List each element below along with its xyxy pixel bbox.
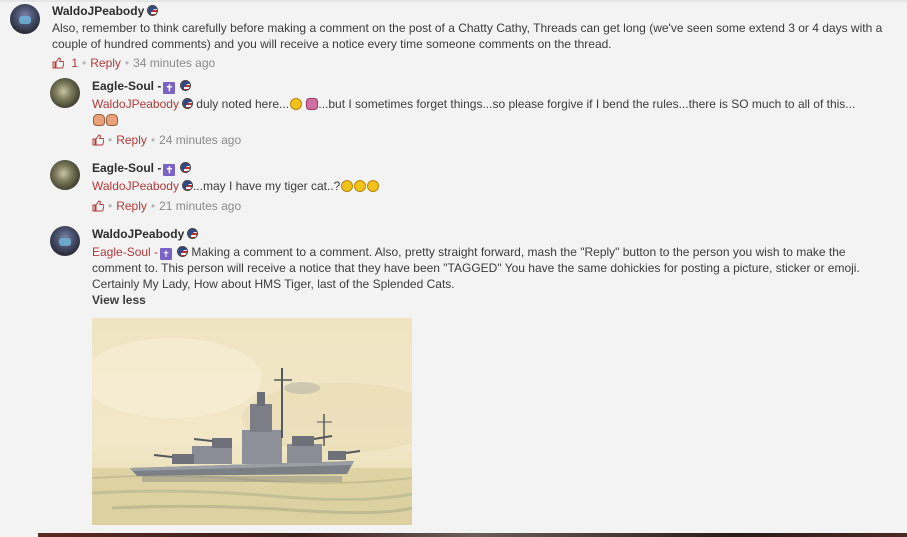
comment-author[interactable]: WaldoJPeabody [52, 4, 159, 18]
mention-link[interactable]: Eagle-Soul - [92, 245, 158, 259]
thumbs-up-icon[interactable] [52, 57, 64, 69]
separator-dot: • [82, 56, 87, 70]
author-name[interactable]: WaldoJPeabody [92, 227, 184, 241]
avatar[interactable] [50, 226, 80, 256]
separator-dot: • [150, 199, 156, 213]
top-divider [0, 0, 907, 2]
comment-text: WaldoJPeabody ...may I have my tiger cat.… [92, 178, 892, 194]
thumbs-up-icon[interactable] [92, 200, 104, 212]
smile-emoji-icon [341, 180, 354, 192]
comment-text-part: Certainly My Lady, How about HMS Tiger, … [92, 277, 455, 291]
person-emoji-icon [106, 114, 118, 126]
separator-dot: • [150, 133, 156, 147]
author-name[interactable]: Eagle-Soul - [92, 161, 161, 175]
reply-button[interactable]: Reply [116, 199, 147, 213]
comment-author[interactable]: WaldoJPeabody [92, 227, 199, 241]
comment-text: WaldoJPeabody duly noted here... ...but … [92, 96, 892, 128]
person-emoji-icon [306, 98, 319, 110]
cross-icon: ✝ [163, 164, 176, 176]
us-flag-icon [177, 246, 189, 257]
us-flag-icon [181, 180, 193, 191]
mention-link[interactable]: WaldoJPeabody [92, 179, 179, 193]
avatar[interactable] [50, 160, 80, 190]
comment-actions: • Reply • 21 minutes ago [92, 199, 241, 213]
bottom-edge [38, 533, 907, 537]
comment-text-part: ...may I have my tiger cat..? [192, 179, 341, 193]
comment-text: Also, remember to think carefully before… [52, 21, 883, 51]
separator-dot: • [108, 199, 113, 213]
comment-actions: 1 • Reply • 34 minutes ago [52, 56, 215, 70]
avatar[interactable] [10, 4, 40, 34]
separator-dot: • [108, 133, 113, 147]
reply-button[interactable]: Reply [116, 133, 147, 147]
separator-dot: • [124, 56, 130, 70]
smile-emoji-icon [354, 180, 367, 192]
author-name[interactable]: Eagle-Soul - [92, 79, 161, 93]
like-count: 1 [71, 56, 79, 70]
smile-emoji-icon [367, 180, 380, 192]
attached-image[interactable] [92, 318, 412, 525]
author-name[interactable]: WaldoJPeabody [52, 4, 144, 18]
comment-timestamp: 34 minutes ago [133, 56, 216, 70]
comment-author[interactable]: Eagle-Soul - ✝ [92, 161, 192, 176]
person-emoji-icon [93, 114, 105, 126]
us-flag-icon [180, 80, 192, 91]
reply-button[interactable]: Reply [90, 56, 121, 70]
comment-author[interactable]: Eagle-Soul - ✝ [92, 79, 192, 94]
comment-timestamp: 24 minutes ago [159, 133, 242, 147]
us-flag-icon [181, 98, 193, 109]
comment-text: Eagle-Soul - ✝ Making a comment to a comm… [92, 244, 882, 292]
view-less-link[interactable]: View less [92, 293, 146, 307]
comment-actions: • Reply • 24 minutes ago [92, 133, 241, 147]
comment-timestamp: 21 minutes ago [159, 199, 242, 213]
comment-text-part: ...but I sometimes forget things...so pl… [318, 97, 856, 111]
cross-icon: ✝ [160, 248, 173, 260]
mention-link[interactable]: WaldoJPeabody [92, 97, 179, 111]
comment-text-part: duly noted here... [196, 97, 290, 111]
avatar[interactable] [50, 78, 80, 108]
cross-icon: ✝ [163, 82, 176, 94]
us-flag-icon [147, 5, 159, 16]
thumbs-up-icon[interactable] [92, 134, 104, 146]
comment-text-part: Making a comment to a comment. Also, pre… [92, 245, 860, 275]
smile-emoji-icon [290, 98, 303, 110]
us-flag-icon [187, 228, 199, 239]
us-flag-icon [180, 162, 192, 173]
